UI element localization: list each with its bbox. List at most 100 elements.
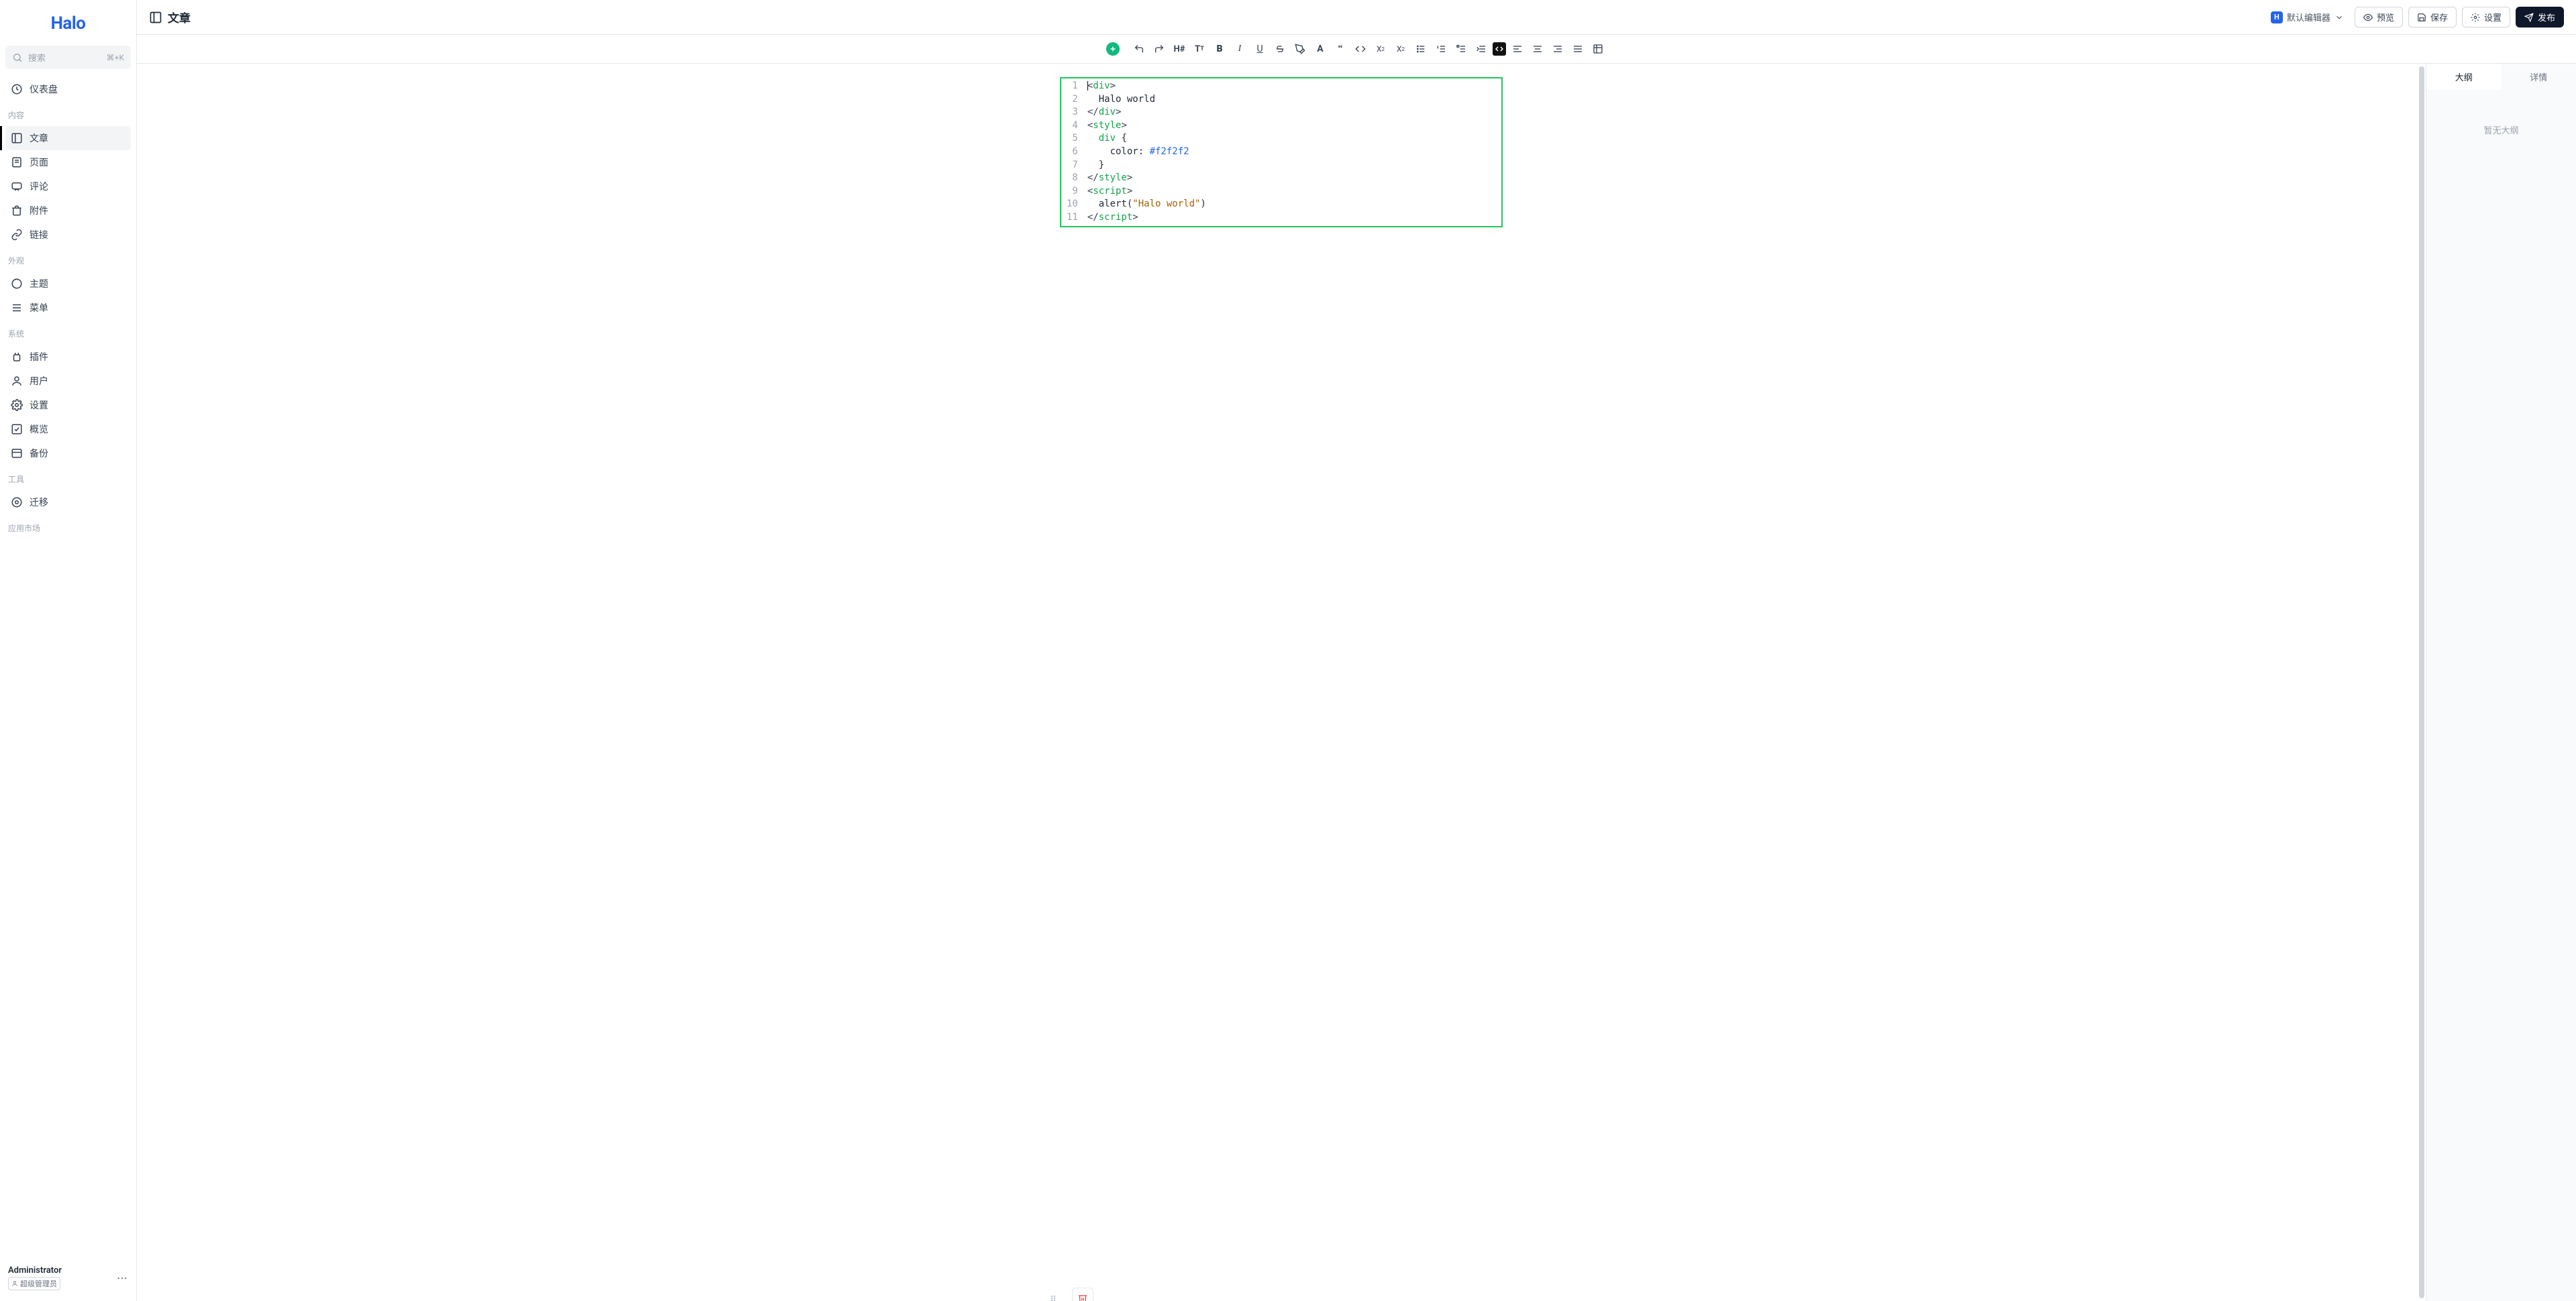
italic-button[interactable]: I xyxy=(1231,40,1248,58)
undo-button[interactable] xyxy=(1130,40,1148,58)
user-icon xyxy=(11,375,23,387)
table-button[interactable] xyxy=(1589,40,1607,58)
sidebar-item-attachments[interactable]: 附件 xyxy=(5,199,131,223)
btn-label: 发布 xyxy=(2538,11,2555,23)
section-title: 应用市场 xyxy=(5,518,131,538)
code-block-button[interactable] xyxy=(1493,42,1506,56)
sidebar-item-plugins[interactable]: 插件 xyxy=(5,345,131,369)
sidebar-item-menus[interactable]: 菜单 xyxy=(5,296,131,320)
backup-icon xyxy=(11,447,23,459)
header: 文章 H 默认编辑器 预览 保存 设置 xyxy=(137,0,2576,35)
more-icon[interactable] xyxy=(116,1272,128,1284)
attachment-icon xyxy=(11,205,23,217)
indent-button[interactable] xyxy=(1472,40,1490,58)
sidebar-item-comments[interactable]: 评论 xyxy=(5,174,131,199)
link-icon xyxy=(11,229,23,241)
sidebar-item-settings[interactable]: 设置 xyxy=(5,393,131,417)
overview-icon xyxy=(11,423,23,435)
task-list-button[interactable] xyxy=(1452,40,1470,58)
theme-icon xyxy=(11,278,23,290)
sidebar-item-pages[interactable]: 页面 xyxy=(5,150,131,174)
code-content[interactable]: <div> Halo world</div><style> div { colo… xyxy=(1082,78,1501,226)
nav-label: 设置 xyxy=(30,398,48,412)
gear-icon xyxy=(11,399,23,411)
chevron-down-icon xyxy=(2334,13,2344,22)
text-color-button[interactable]: A xyxy=(1311,40,1329,58)
text-size-button[interactable]: TT xyxy=(1191,40,1208,58)
add-block-button[interactable] xyxy=(1106,42,1120,56)
bullet-list-button[interactable] xyxy=(1412,40,1430,58)
migrate-icon xyxy=(11,496,23,508)
sidebar-item-users[interactable]: 用户 xyxy=(5,369,131,393)
drag-handle-icon[interactable] xyxy=(1049,1292,1057,1301)
btn-label: 设置 xyxy=(2484,11,2502,23)
code-button[interactable] xyxy=(1352,40,1369,58)
sidebar-item-links[interactable]: 链接 xyxy=(5,223,131,247)
sidebar-footer: Administrator 超级管理员 xyxy=(5,1260,131,1296)
search-icon xyxy=(12,52,23,63)
nav-label: 插件 xyxy=(30,350,48,363)
redo-button[interactable] xyxy=(1150,40,1168,58)
sidebar-item-themes[interactable]: 主题 xyxy=(5,272,131,296)
superscript-button[interactable]: X2 xyxy=(1372,40,1389,58)
highlight-button[interactable] xyxy=(1291,40,1309,58)
editor-pane[interactable]: 1234567891011 <div> Halo world</div><sty… xyxy=(137,64,2426,1301)
align-right-button[interactable] xyxy=(1549,40,1566,58)
section-title: 外观 xyxy=(5,251,131,270)
tab-details[interactable]: 详情 xyxy=(2502,64,2576,90)
gear-icon xyxy=(2471,13,2480,22)
post-icon xyxy=(11,132,23,144)
code-gutter: 1234567891011 xyxy=(1061,78,1082,226)
send-icon xyxy=(2524,13,2534,22)
scrollbar[interactable] xyxy=(2419,66,2424,1298)
code-block[interactable]: 1234567891011 <div> Halo world</div><sty… xyxy=(1060,77,1503,227)
underline-button[interactable]: U xyxy=(1251,40,1269,58)
h-logo-icon: H xyxy=(2271,11,2283,23)
editor-toolbar: H# TT B I U A “ X2 X2 xyxy=(137,35,2576,64)
logo: Halo xyxy=(5,5,131,46)
editor-label: 默认编辑器 xyxy=(2287,11,2330,23)
nav-label: 文章 xyxy=(30,131,48,145)
publish-button[interactable]: 发布 xyxy=(2516,7,2564,27)
subscript-button[interactable]: X2 xyxy=(1392,40,1409,58)
nav-label: 迁移 xyxy=(30,496,48,509)
nav-label: 备份 xyxy=(30,447,48,460)
settings-button[interactable]: 设置 xyxy=(2462,7,2510,27)
align-left-button[interactable] xyxy=(1509,40,1526,58)
sidebar-item-backup[interactable]: 备份 xyxy=(5,441,131,465)
nav-section-market: 应用市场 xyxy=(5,518,131,538)
menu-icon xyxy=(11,302,23,314)
strike-button[interactable] xyxy=(1271,40,1289,58)
align-justify-button[interactable] xyxy=(1569,40,1587,58)
nav-label: 主题 xyxy=(30,277,48,290)
save-button[interactable]: 保存 xyxy=(2408,7,2457,27)
sidebar-item-dashboard[interactable]: 仪表盘 xyxy=(5,77,131,101)
heading-button[interactable]: H# xyxy=(1171,40,1188,58)
page-title: 文章 xyxy=(168,9,191,25)
ordered-list-button[interactable] xyxy=(1432,40,1450,58)
user-name: Administrator xyxy=(8,1265,62,1276)
nav-label: 仪表盘 xyxy=(30,82,58,96)
nav-label: 链接 xyxy=(30,228,48,241)
sidebar-item-overview[interactable]: 概览 xyxy=(5,417,131,441)
tab-outline[interactable]: 大纲 xyxy=(2426,64,2502,90)
nav-section-tools: 工具 xyxy=(5,469,131,489)
post-icon xyxy=(149,11,162,24)
bold-button[interactable]: B xyxy=(1211,40,1228,58)
right-panel: 大纲 详情 暂无大纲 xyxy=(2426,64,2576,1301)
btn-label: 预览 xyxy=(2377,11,2394,23)
delete-block-button[interactable] xyxy=(1072,1288,1093,1301)
sidebar: Halo 搜索 ⌘+K 仪表盘 内容 文章 页面 评论 xyxy=(0,0,137,1301)
search-box[interactable]: 搜索 ⌘+K xyxy=(5,46,131,69)
btn-label: 保存 xyxy=(2430,11,2448,23)
section-title: 系统 xyxy=(5,324,131,343)
preview-button[interactable]: 预览 xyxy=(2355,7,2403,27)
search-placeholder: 搜索 xyxy=(28,51,107,64)
user-role-text: 超级管理员 xyxy=(20,1278,57,1289)
comment-icon xyxy=(11,180,23,192)
align-center-button[interactable] xyxy=(1529,40,1546,58)
editor-selector[interactable]: H 默认编辑器 xyxy=(2265,8,2349,26)
quote-button[interactable]: “ xyxy=(1332,40,1349,58)
sidebar-item-posts[interactable]: 文章 xyxy=(5,126,131,150)
sidebar-item-migrate[interactable]: 迁移 xyxy=(5,490,131,514)
